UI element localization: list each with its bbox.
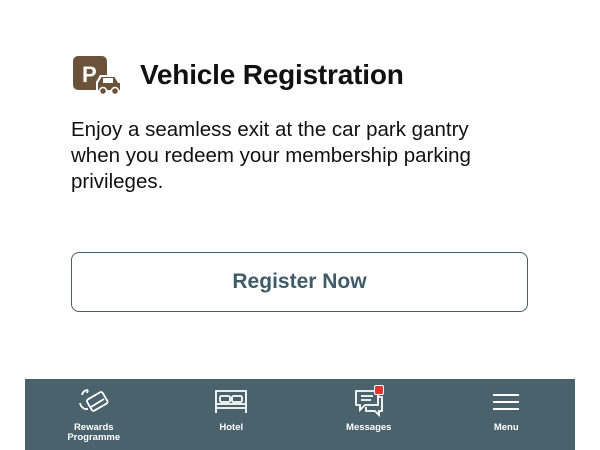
messages-badge	[373, 385, 384, 395]
page-title: Vehicle Registration	[140, 59, 404, 90]
chat-bubbles-icon	[351, 385, 387, 417]
hamburger-menu-icon	[488, 387, 524, 417]
registration-description: Enjoy a seamless exit at the car park ga…	[71, 118, 471, 193]
rewards-card-icon	[76, 387, 112, 417]
nav-item-rewards[interactable]: Rewards Programme	[34, 379, 154, 450]
register-now-button[interactable]: Register Now	[71, 252, 528, 312]
svg-text:P: P	[82, 62, 97, 87]
nav-label-rewards: Rewards Programme	[67, 422, 121, 443]
nav-item-messages[interactable]: Messages	[309, 379, 429, 450]
bed-icon	[213, 387, 249, 417]
nav-item-hotel[interactable]: Hotel	[171, 379, 291, 450]
bottom-navigation-bar: Rewards Programme Hotel Messages Menu	[25, 379, 575, 450]
nav-label-messages: Messages	[346, 422, 392, 433]
nav-label-hotel: Hotel	[219, 422, 244, 433]
nav-item-menu[interactable]: Menu	[446, 379, 566, 450]
nav-label-menu: Menu	[493, 422, 519, 433]
vehicle-registration-header: P Vehicle Registration	[72, 55, 404, 95]
parking-car-icon: P	[72, 55, 126, 95]
